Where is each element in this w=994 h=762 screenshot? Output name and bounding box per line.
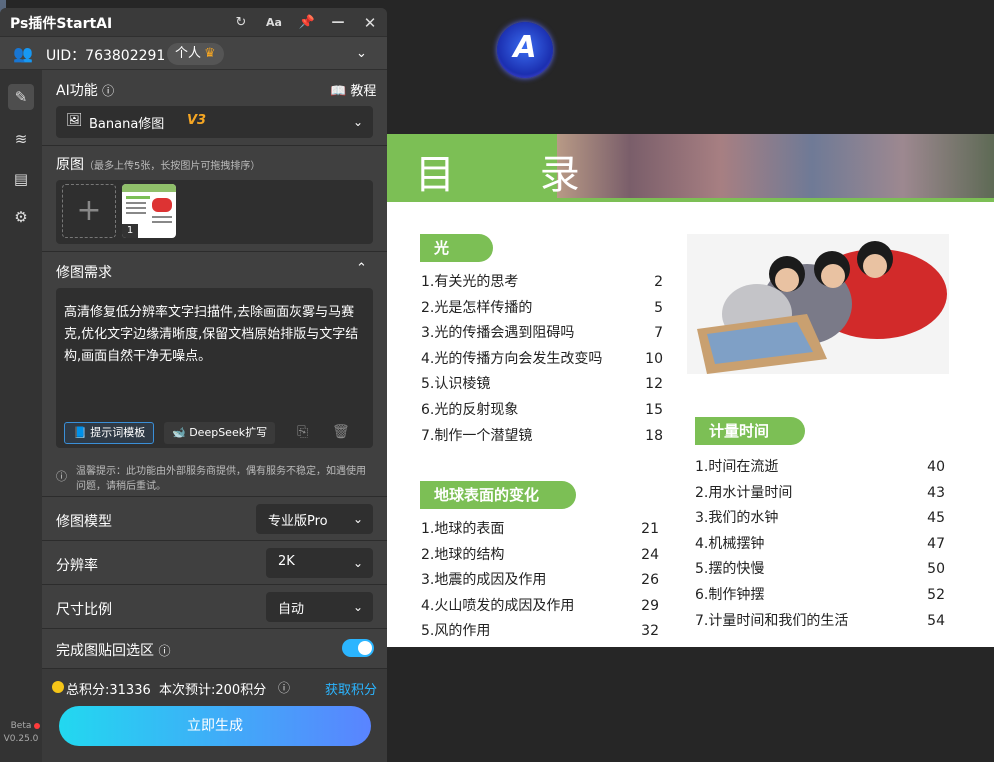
- version-tag: V3: [187, 113, 207, 128]
- source-image-section: 原图（最多上传5张，长按图片可拖拽排序） + 1: [42, 146, 387, 252]
- toc-row: 1.时间在流逝 40: [695, 459, 945, 475]
- users-icon: 👥: [13, 44, 33, 63]
- minimize-icon[interactable]: —: [329, 14, 347, 32]
- coin-icon: [52, 681, 64, 693]
- chevron-up-icon[interactable]: ⌃: [356, 261, 367, 276]
- notice-icon: ⓘ: [56, 470, 67, 483]
- template-icon: 📘: [73, 426, 87, 439]
- deepseek-icon: 🐋: [172, 426, 186, 439]
- logo-a-icon: A: [513, 30, 537, 65]
- toc-row: 4.机械摆钟 47: [695, 535, 945, 552]
- plugin-panel: Ps插件StartAI ↻ Aa 📌 — ✕ 👥 UID：763802291 个…: [0, 8, 387, 762]
- get-points-link[interactable]: 获取积分: [325, 679, 377, 698]
- image-icon: 🖼: [66, 113, 83, 128]
- chevron-down-icon: ⌄: [352, 115, 363, 129]
- paste-back-row: 完成图贴回选区 ⓘ: [42, 629, 387, 669]
- document-image: 目 录 光 1.有关光的思考 2 2.光是怎样传播的 5 3.光的传播会遇到阻碍吗 7…: [387, 134, 994, 647]
- ratio-row: 尺寸比例 自动 ⌄: [42, 585, 387, 629]
- crown-icon: ♛: [204, 46, 216, 61]
- ai-model-select[interactable]: 🖼 Banana修图 V3 ⌄: [56, 106, 373, 138]
- toc-row: 6.光的反射现象 15: [421, 401, 663, 418]
- refresh-icon[interactable]: ↻: [232, 14, 250, 32]
- doc-toc-list: 1.有关光的思考 2 2.光是怎样传播的 5 3.光的传播会遇到阻碍吗 7 4.光的传…: [421, 270, 663, 449]
- request-textarea[interactable]: 高清修复低分辨率文字扫描件,去除画面灰雾与马赛克,优化文字边缘清晰度,保留文档原…: [56, 288, 373, 448]
- deepseek-expand-button[interactable]: 🐋 DeepSeek扩写: [164, 422, 276, 444]
- side-toolbar: ✎ ≋ ▤ ⚙ Beta V0.25.0: [0, 70, 42, 762]
- doc-section-heading: 光: [420, 234, 493, 262]
- chevron-down-icon: ⌄: [352, 600, 363, 614]
- doc-divider: [387, 198, 994, 202]
- chevron-down-icon[interactable]: ⌄: [356, 46, 367, 61]
- toc-row: 7.计量时间和我们的生活 54: [695, 612, 945, 629]
- upload-dropzone[interactable]: +: [62, 184, 116, 238]
- toc-row: 3.地震的成因及作用 26: [421, 572, 659, 589]
- resolution-row: 分辨率 2K ⌄: [42, 541, 387, 585]
- toc-row: 4.光的传播方向会发生改变吗 10: [421, 350, 663, 367]
- uploaded-thumbnail[interactable]: 1: [122, 184, 176, 238]
- source-image-label: 原图（最多上传5张，长按图片可拖拽排序）: [56, 157, 261, 173]
- toc-row: 2.用水计量时间 43: [695, 484, 945, 501]
- notes-icon[interactable]: ▤: [8, 166, 34, 192]
- info-icon[interactable]: ⓘ: [102, 84, 114, 98]
- prompt-template-button[interactable]: 📘 提示词模板: [64, 422, 155, 444]
- ratio-select[interactable]: 自动 ⌄: [266, 592, 373, 622]
- toc-row: 1.有关光的思考 2: [421, 274, 663, 290]
- paste-back-label: 完成图贴回选区 ⓘ: [56, 643, 171, 659]
- user-bar[interactable]: 👥 UID：763802291 个人 ♛ ⌄: [0, 36, 387, 70]
- edit-icon[interactable]: ✎: [8, 84, 34, 110]
- ai-function-label: AI功能 ⓘ: [56, 83, 115, 99]
- update-dot: [34, 723, 40, 729]
- history-icon[interactable]: ⎘: [297, 424, 308, 440]
- model-select[interactable]: 专业版Pro ⌄: [256, 504, 373, 534]
- paste-back-toggle[interactable]: [342, 639, 374, 657]
- doc-title: 目 录: [415, 152, 616, 198]
- info-icon[interactable]: ⓘ: [278, 679, 290, 696]
- doc-section-heading: 计量时间: [695, 417, 805, 445]
- points-summary: 总积分:31336 本次预计:200积分: [66, 683, 267, 698]
- children-reading-photo: [687, 234, 949, 384]
- tutorial-link[interactable]: 📖 教程: [330, 80, 376, 99]
- resolution-label: 分辨率: [56, 558, 98, 574]
- model-label: 修图模型: [56, 514, 112, 530]
- book-icon: 📖: [330, 84, 347, 99]
- doc-section-heading: 地球表面的变化: [420, 481, 576, 509]
- service-notice: 温馨提示：此功能由外部服务商提供，偶有服务不稳定，如遇使用问题，请稍后重试。: [76, 466, 366, 492]
- settings-icon[interactable]: ⚙: [8, 204, 34, 230]
- ai-function-section: AI功能 ⓘ 📖 教程 🖼 Banana修图 V3 ⌄: [42, 70, 387, 146]
- toc-row: 5.风的作用 32: [421, 623, 659, 640]
- info-icon[interactable]: ⓘ: [158, 644, 170, 658]
- request-label: 修图需求: [56, 265, 112, 281]
- toc-row: 2.地球的结构 24: [421, 546, 659, 563]
- toc-row: 5.摆的快慢 50: [695, 561, 945, 578]
- request-section: 修图需求 ⌃ 高清修复低分辨率文字扫描件,去除画面灰雾与马赛克,优化文字边缘清晰…: [42, 252, 387, 497]
- font-size-icon[interactable]: Aa: [265, 14, 283, 32]
- chevron-down-icon: ⌄: [352, 512, 363, 526]
- uid-label: UID：763802291: [46, 48, 166, 64]
- close-icon[interactable]: ✕: [361, 14, 379, 32]
- doc-toc-list: 1.地球的表面 21 2.地球的结构 24 3.地震的成因及作用 26 4.火山喷发的…: [421, 517, 659, 645]
- toc-row: 2.光是怎样传播的 5: [421, 299, 663, 316]
- ratio-label: 尺寸比例: [56, 602, 112, 618]
- pin-icon[interactable]: 📌: [298, 14, 316, 32]
- toc-row: 5.认识棱镜 12: [421, 376, 663, 393]
- resolution-select[interactable]: 2K ⌄: [266, 548, 373, 578]
- plan-badge[interactable]: 个人 ♛: [167, 43, 224, 65]
- toc-row: 3.光的传播会遇到阻碍吗 7: [421, 325, 663, 342]
- trash-icon[interactable]: 🗑: [332, 424, 350, 440]
- toc-row: 1.地球的表面 21: [421, 521, 659, 537]
- toc-row: 4.火山喷发的成因及作用 29: [421, 597, 659, 614]
- toc-row: 3.我们的水钟 45: [695, 510, 945, 527]
- doc-toc-list: 1.时间在流逝 40 2.用水计量时间 43 3.我们的水钟 45 4.机械摆钟 47 …: [695, 455, 945, 634]
- thumbnail-index: 1: [122, 224, 138, 238]
- layers-icon[interactable]: ≋: [8, 126, 34, 152]
- chevron-down-icon: ⌄: [352, 556, 363, 570]
- toc-row: 7.制作一个潜望镜 18: [421, 427, 663, 444]
- generate-button[interactable]: 立即生成: [59, 706, 371, 746]
- title-bar[interactable]: Ps插件StartAI ↻ Aa 📌 — ✕: [0, 8, 387, 36]
- window-title: Ps插件StartAI: [10, 16, 113, 32]
- toc-row: 6.制作钟摆 52: [695, 586, 945, 603]
- startai-logo[interactable]: A: [497, 22, 553, 78]
- request-text: 高清修复低分辨率文字扫描件,去除画面灰雾与马赛克,优化文字边缘清晰度,保留文档原…: [64, 305, 359, 364]
- model-row: 修图模型 专业版Pro ⌄: [42, 497, 387, 541]
